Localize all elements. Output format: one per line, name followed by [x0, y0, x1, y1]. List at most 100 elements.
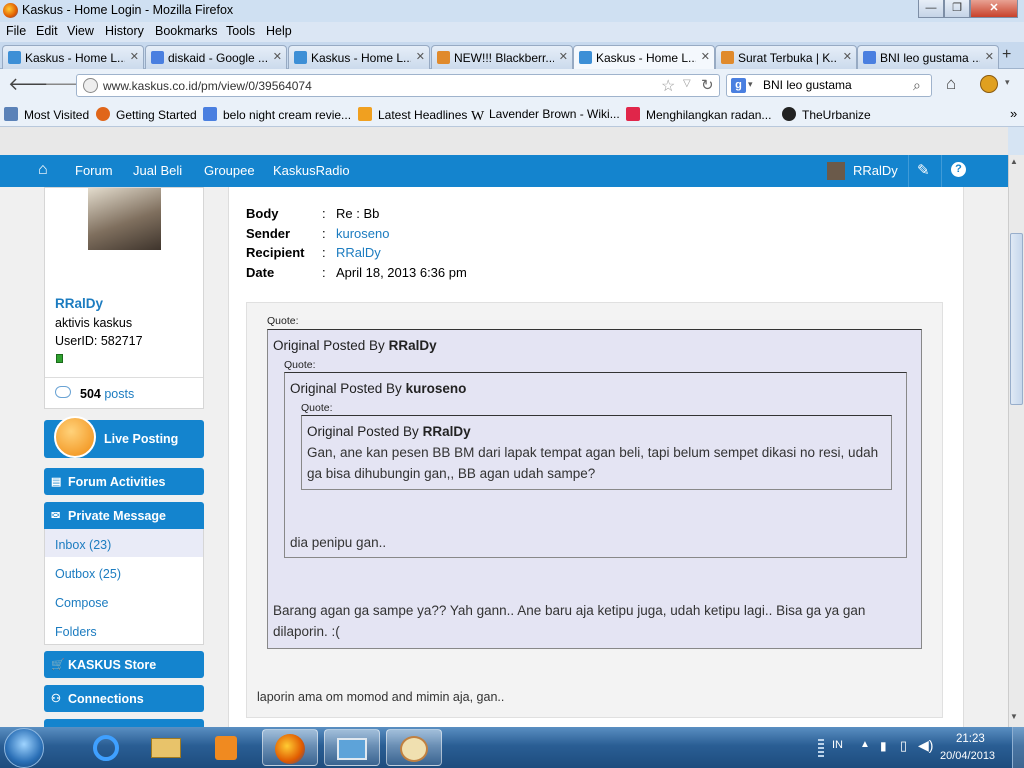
tab[interactable]: NEW!!! Blackberr... ✕ [431, 45, 573, 69]
nav-jual-beli[interactable]: Jual Beli [133, 163, 182, 178]
volume-icon[interactable]: ◀) [918, 737, 933, 754]
scroll-up-icon[interactable]: ▲ [1010, 157, 1018, 166]
menu-help[interactable]: Help [266, 24, 292, 38]
tab[interactable]: diskaid - Google ... ✕ [145, 45, 287, 69]
recipient-link[interactable]: RRalDy [336, 245, 381, 260]
search-box[interactable]: g ▾ ⌕ [726, 74, 932, 97]
pm-folders-link[interactable]: Folders [55, 625, 97, 639]
bookmark-menghilangkan[interactable]: Menghilangkan radan... [626, 107, 771, 122]
recipient-label: Recipient [246, 245, 305, 260]
close-tab-icon[interactable]: ✕ [559, 50, 568, 63]
home-icon[interactable]: ⌂ [946, 74, 956, 94]
network-icon[interactable]: ▮ [880, 739, 887, 753]
forum-activities-button[interactable]: ▤ Forum Activities [44, 468, 204, 495]
bookmark-most-visited[interactable]: Most Visited [4, 107, 89, 122]
show-desktop-button[interactable] [1012, 727, 1024, 768]
media-player-icon[interactable] [198, 729, 254, 766]
paint-icon[interactable] [386, 729, 442, 766]
tab[interactable]: Kaskus - Home L... ✕ [2, 45, 144, 69]
tab[interactable]: Kaskus - Home L... ✕ [288, 45, 430, 69]
profile-photo[interactable] [88, 188, 161, 250]
nav-groupee[interactable]: Groupee [204, 163, 255, 178]
quote-header: Original Posted By kuroseno [290, 381, 467, 396]
quote-header: Original Posted By RRalDy [273, 338, 437, 353]
menu-tools[interactable]: Tools [226, 24, 255, 38]
message-date: April 18, 2013 6:36 pm [336, 265, 467, 280]
private-message-button[interactable]: ✉ Private Message [44, 502, 204, 529]
nav-username[interactable]: RRalDy [853, 163, 898, 178]
help-icon[interactable]: ? [951, 162, 966, 177]
user-avatar[interactable] [827, 162, 845, 180]
menu-edit[interactable]: Edit [36, 24, 58, 38]
home-icon[interactable]: ⌂ [38, 161, 48, 179]
url-bar[interactable]: www.kaskus.co.id/pm/view/0/39564074 ☆ ▽ … [76, 74, 720, 97]
addon-monkey-icon[interactable] [980, 75, 998, 93]
scrollbar-thumb[interactable] [1010, 233, 1023, 405]
quote-outer-text: Barang agan ga sampe ya?? Yah gann.. Ane… [273, 603, 866, 639]
bookmarks-overflow-chevron-icon[interactable]: » [1010, 106, 1017, 121]
firefox-taskbar-icon[interactable] [262, 729, 318, 766]
search-input[interactable] [763, 78, 913, 92]
file-explorer-icon[interactable] [138, 729, 194, 766]
quote-label: Quote: [267, 315, 299, 327]
quote-middle: Original Posted By kuroseno Quote: Origi… [284, 372, 907, 558]
clock-time[interactable]: 21:23 [956, 733, 985, 745]
connections-button[interactable]: ⚇ Connections [44, 685, 204, 712]
search-icon[interactable]: ⌕ [913, 77, 921, 94]
new-tab-button[interactable]: + [1002, 46, 1011, 64]
photo-viewer-icon[interactable] [324, 729, 380, 766]
posts-count[interactable]: 504 posts [80, 387, 134, 401]
tab-active[interactable]: Kaskus - Home L... ✕ [573, 45, 715, 69]
close-tab-icon[interactable]: ✕ [273, 50, 282, 63]
sidebar-next-button[interactable] [44, 719, 204, 727]
internet-explorer-icon[interactable] [78, 729, 134, 766]
addon-dropdown-icon[interactable]: ▾ [1005, 77, 1010, 88]
message-panel: Body Sender Recipient Date : : : : Re : … [228, 187, 964, 727]
quote-label: Quote: [284, 359, 316, 371]
language-indicator[interactable]: IN [832, 739, 843, 751]
show-hidden-icons-icon[interactable]: ▲ [860, 739, 870, 750]
nav-kaskusradio[interactable]: KaskusRadio [273, 163, 350, 178]
close-tab-icon[interactable]: ✕ [843, 50, 852, 63]
bookmark-theurbanize[interactable]: TheUrbanize [782, 107, 871, 122]
nav-forum[interactable]: Forum [75, 163, 113, 178]
minimize-button[interactable]: — [918, 0, 944, 18]
menu-view[interactable]: View [67, 24, 94, 38]
close-window-button[interactable]: ✕ [970, 0, 1018, 18]
pm-compose-link[interactable]: Compose [55, 596, 109, 610]
dropdown-arrow-icon[interactable]: ▽ [683, 78, 691, 89]
site-favicon-icon [626, 107, 640, 121]
close-tab-icon[interactable]: ✕ [130, 50, 139, 63]
menu-bookmarks[interactable]: Bookmarks [155, 24, 218, 38]
bookmark-star-icon[interactable]: ☆ [661, 76, 675, 96]
vertical-scrollbar[interactable]: ▲ ▼ [1008, 155, 1024, 727]
close-tab-icon[interactable]: ✕ [985, 50, 994, 63]
kaskus-store-button[interactable]: 🛒 KASKUS Store [44, 651, 204, 678]
reload-icon[interactable]: ↻ [701, 76, 714, 94]
bookmark-getting-started[interactable]: Getting Started [96, 107, 197, 122]
sender-link[interactable]: kuroseno [336, 226, 389, 241]
maximize-button[interactable]: ❐ [944, 0, 970, 18]
pm-outbox-link[interactable]: Outbox (25) [55, 567, 121, 581]
edit-pencil-icon[interactable]: ✎ [917, 161, 930, 179]
battery-icon[interactable]: ▯ [900, 738, 907, 754]
tab[interactable]: Surat Terbuka | K... ✕ [715, 45, 857, 69]
google-search-engine-icon[interactable]: g [731, 78, 746, 93]
engine-dropdown-icon[interactable]: ▾ [748, 79, 753, 90]
quote-middle-text: dia penipu gan.. [290, 535, 387, 550]
menu-file[interactable]: File [6, 24, 26, 38]
pm-inbox-link[interactable]: Inbox (23) [55, 538, 111, 552]
bookmark-belo-night-cream[interactable]: belo night cream revie... [203, 107, 351, 122]
bookmark-lavender-brown[interactable]: W Lavender Brown - Wiki... [471, 107, 620, 124]
start-button[interactable] [4, 728, 44, 768]
bookmark-latest-headlines[interactable]: Latest Headlines [358, 107, 467, 122]
close-tab-icon[interactable]: ✕ [701, 50, 710, 63]
close-tab-icon[interactable]: ✕ [416, 50, 425, 63]
tab[interactable]: BNI leo gustama ... ✕ [857, 45, 999, 69]
profile-username[interactable]: RRalDy [55, 296, 103, 311]
clock-date[interactable]: 20/04/2013 [940, 750, 995, 762]
title-bar: Kaskus - Home Login - Mozilla Firefox — … [0, 0, 1024, 22]
menu-history[interactable]: History [105, 24, 144, 38]
kaskus-favicon-icon [294, 51, 307, 64]
scroll-down-icon[interactable]: ▼ [1010, 712, 1018, 721]
